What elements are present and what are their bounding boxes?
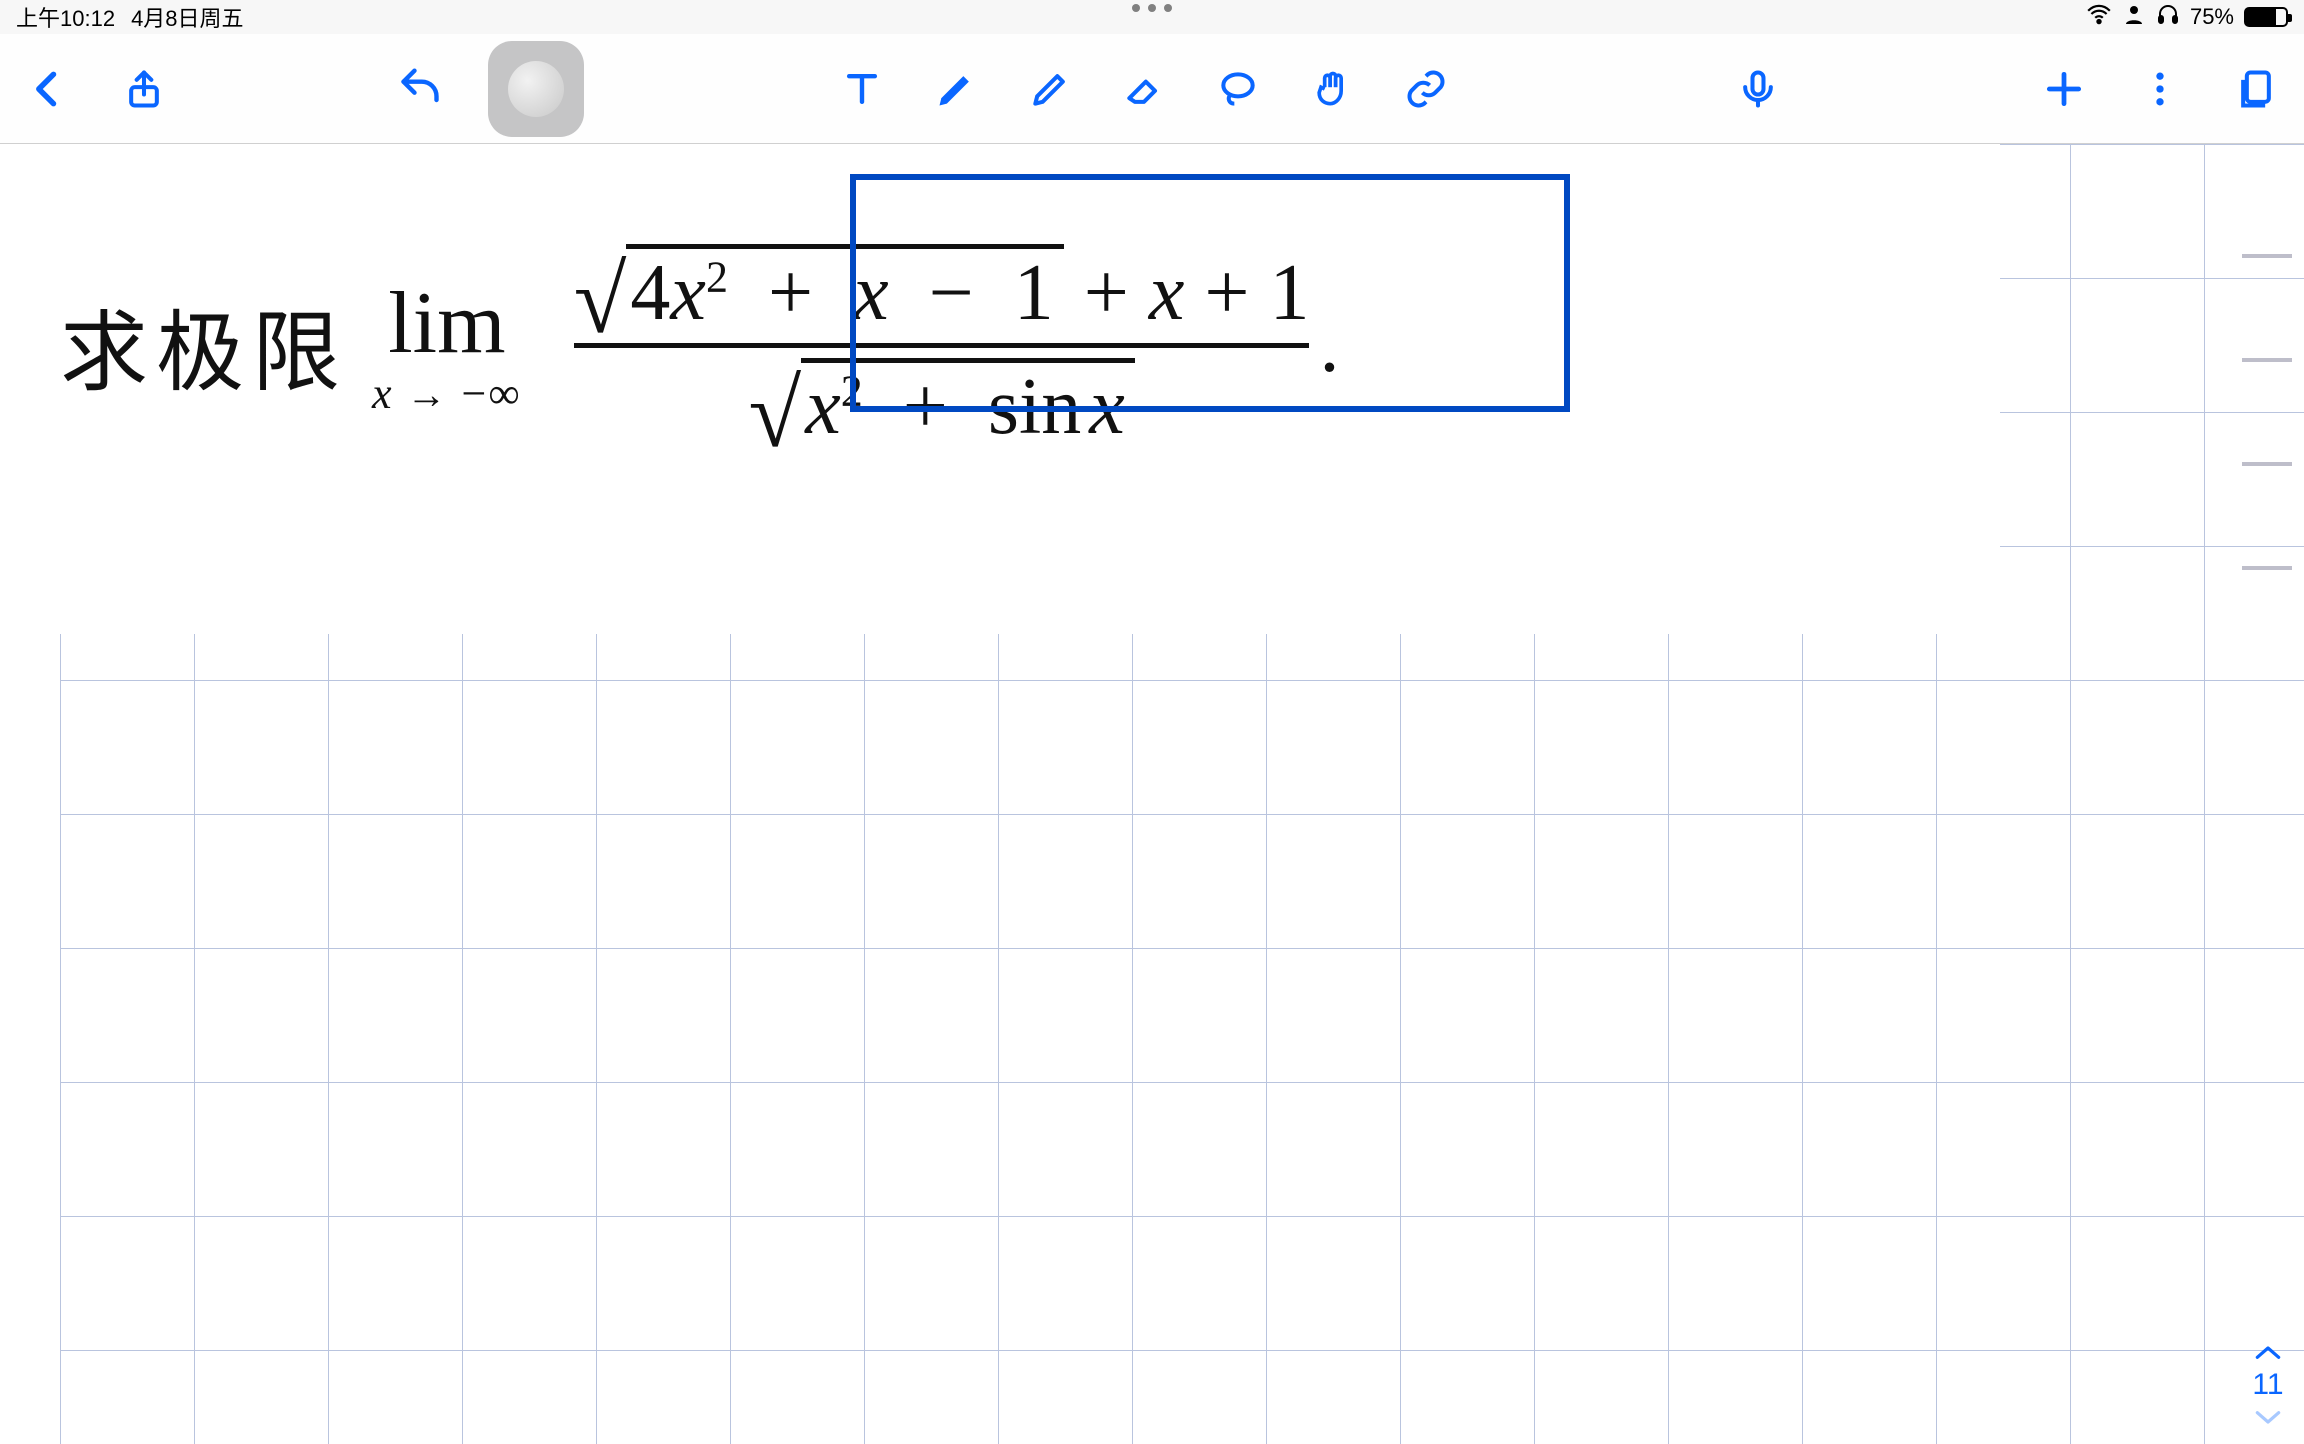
link-tool-button[interactable] [1398, 61, 1454, 117]
highlighter-tool-button[interactable] [1022, 61, 1078, 117]
note-canvas[interactable]: 求极限 lim x → −∞ √ 4x2 + x − 1 [0, 144, 2304, 1444]
numerator-sqrt: √ 4x2 + x − 1 [574, 244, 1064, 333]
text-tool-button[interactable] [834, 61, 890, 117]
fraction-denominator: √ x2 + sinx [749, 358, 1135, 447]
headphones-icon [2156, 2, 2180, 32]
mic-button[interactable] [1730, 61, 1786, 117]
wifi-icon [2086, 1, 2112, 33]
share-button[interactable] [116, 61, 172, 117]
lim-block: lim x → −∞ [372, 273, 522, 419]
pages-button[interactable] [2228, 61, 2284, 117]
back-button[interactable] [20, 61, 76, 117]
more-button[interactable] [2132, 61, 2188, 117]
lim-subscript: x → −∞ [372, 368, 522, 419]
status-time: 上午10:12 [16, 1, 115, 33]
status-bar: 上午10:12 4月8日周五 75% [0, 0, 2304, 34]
camera-lens-icon [508, 61, 564, 117]
lim-text: lim [388, 273, 505, 374]
lasso-tool-button[interactable] [1210, 61, 1266, 117]
hand-tool-button[interactable] [1304, 61, 1360, 117]
add-button[interactable] [2036, 61, 2092, 117]
denominator-sqrt: √ x2 + sinx [749, 358, 1135, 447]
fraction-bar [574, 343, 1310, 348]
math-problem: 求极限 lim x → −∞ √ 4x2 + x − 1 [60, 244, 1339, 447]
toolbar [0, 34, 2304, 144]
page-nav[interactable]: 11 [2252, 1342, 2284, 1428]
pen-tool-button[interactable] [928, 61, 984, 117]
window-drag-handle-icon[interactable] [1132, 4, 1172, 12]
page-number: 11 [2252, 1368, 2283, 1402]
eraser-tool-button[interactable] [1116, 61, 1172, 117]
problem-prefix: 求极限 [60, 282, 348, 409]
battery-percent: 75% [2190, 4, 2234, 30]
fraction-numerator: √ 4x2 + x − 1 + x + 1 [574, 244, 1310, 333]
chevron-up-icon[interactable] [2252, 1342, 2284, 1362]
camera-button[interactable] [488, 41, 584, 137]
undo-button[interactable] [392, 61, 448, 117]
status-date: 4月8日周五 [131, 1, 243, 33]
chevron-down-icon[interactable] [2252, 1408, 2284, 1428]
person-icon [2122, 2, 2146, 32]
trailing-dot: . [1319, 300, 1339, 391]
margin-ticks [2242, 254, 2292, 570]
battery-icon [2244, 7, 2288, 27]
fraction: √ 4x2 + x − 1 + x + 1 √ [574, 244, 1310, 447]
